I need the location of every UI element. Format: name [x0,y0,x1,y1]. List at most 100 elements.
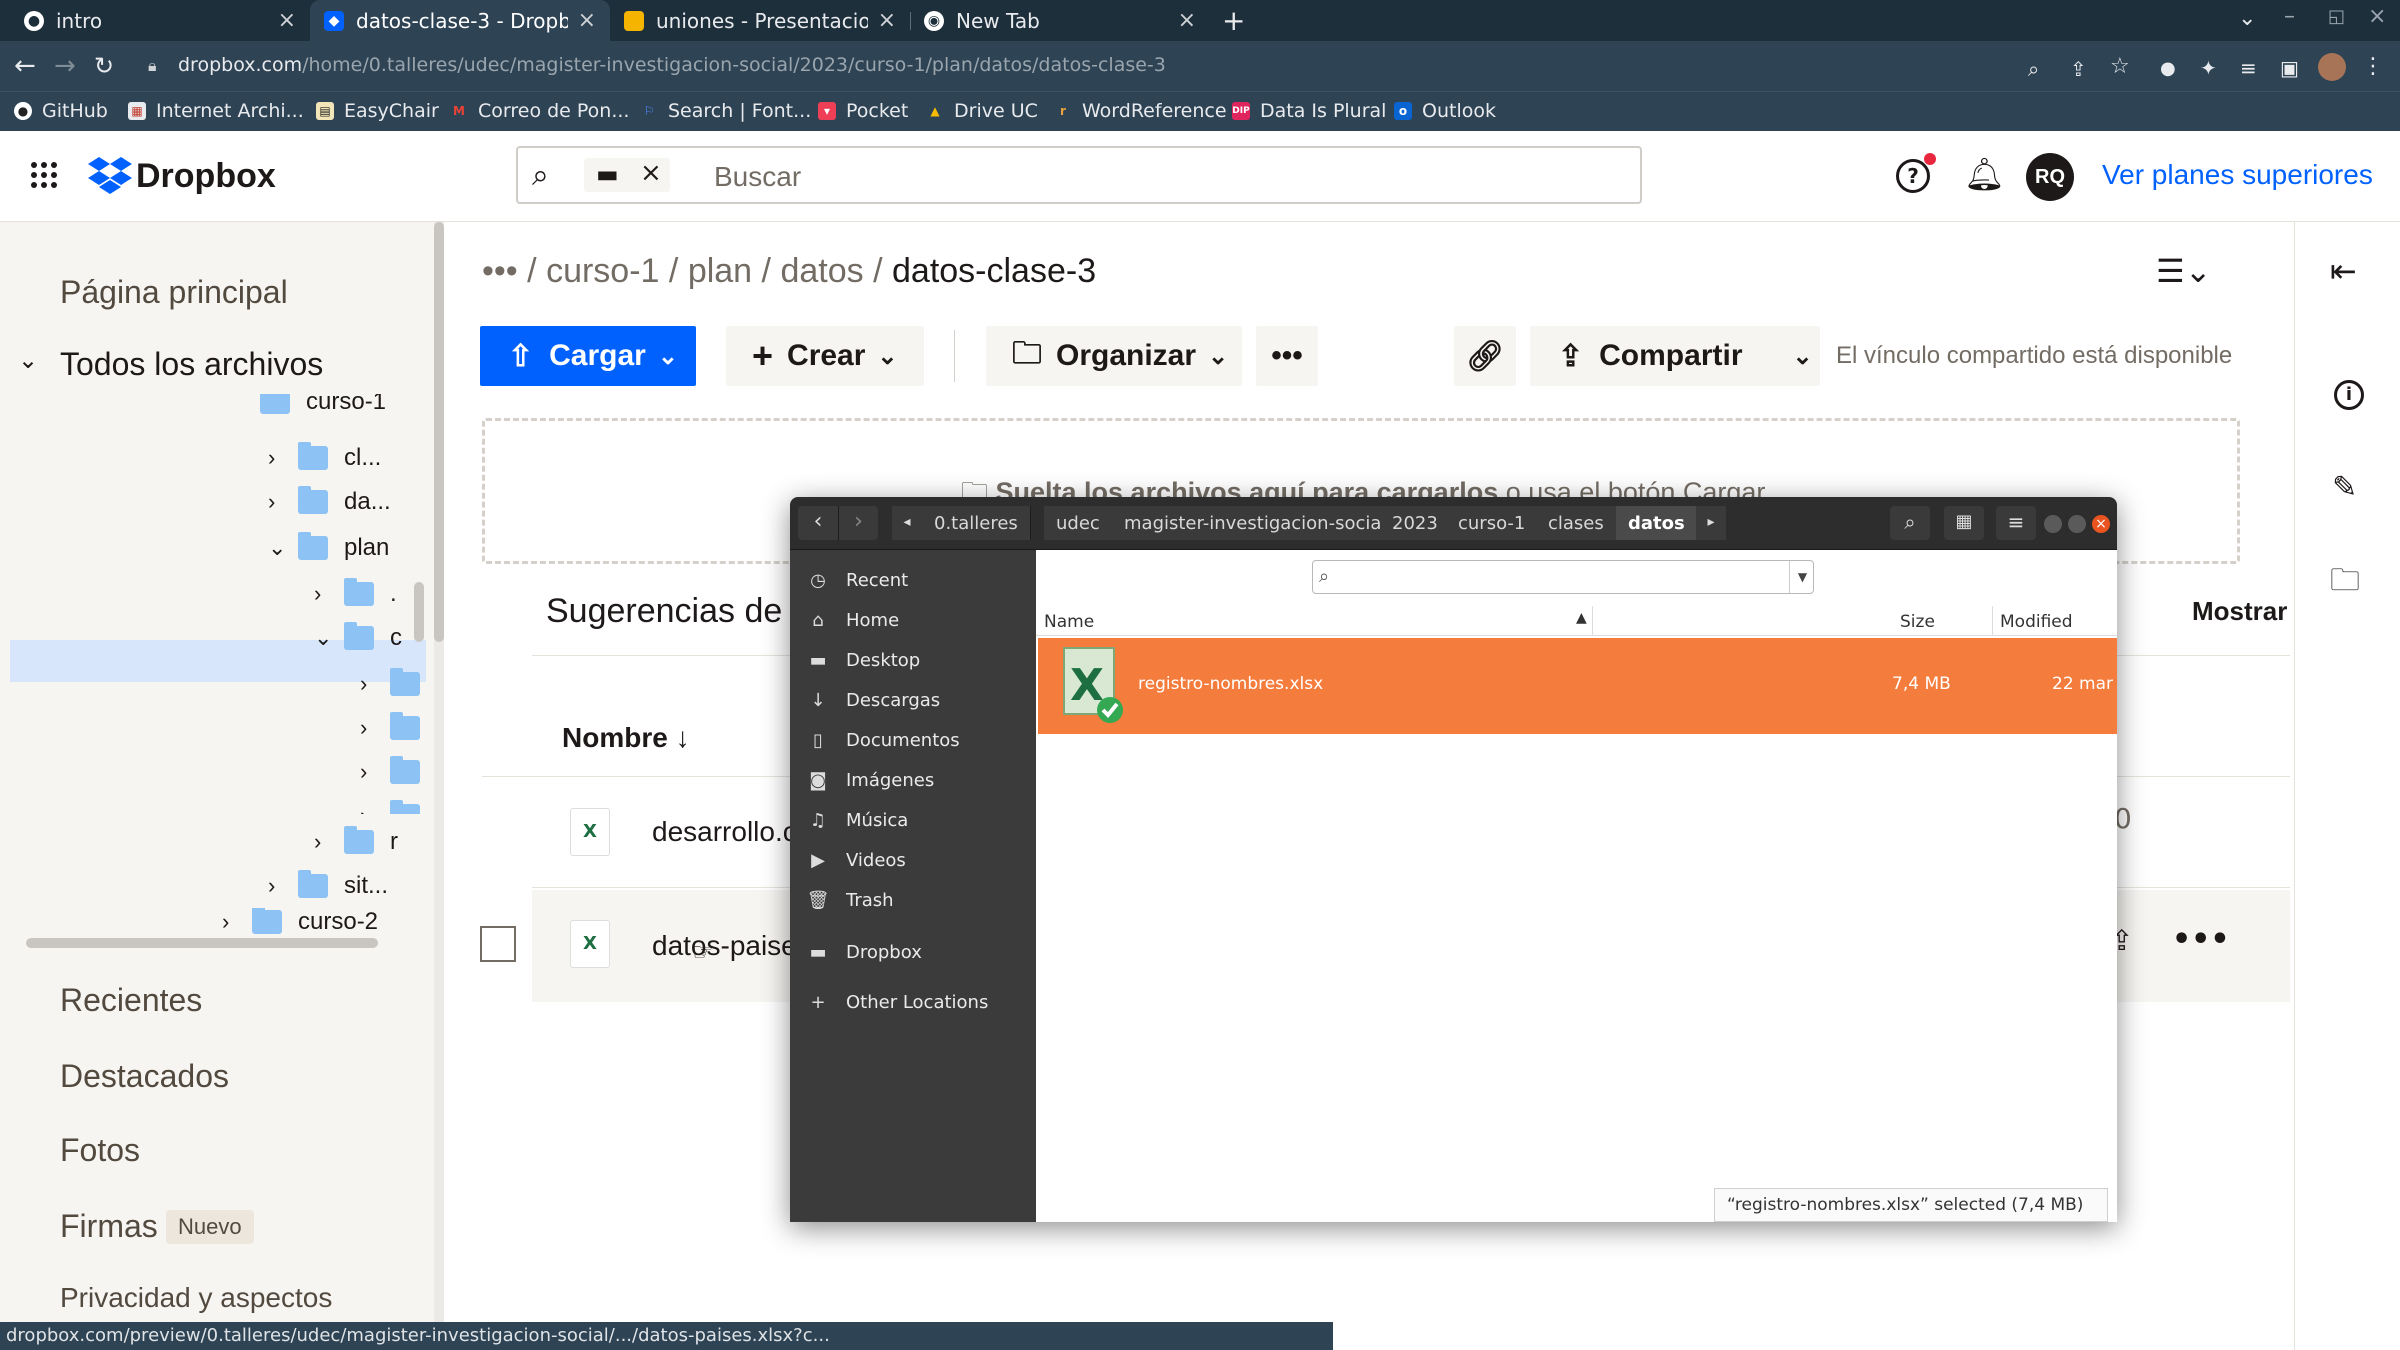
pin-icon[interactable]: ✎ [2332,470,2357,505]
tree-row[interactable]: curso-1 [260,394,386,422]
places-item-pictures[interactable]: ◙ Imágenes [790,762,1036,798]
file-name[interactable]: datos-paise [652,930,797,962]
path-button[interactable]: udec [1044,506,1113,540]
grid-view-icon[interactable]: ▦ [1944,506,1984,540]
back-arrow-icon[interactable]: ← [14,51,36,81]
vertical-scrollbar[interactable] [414,582,424,642]
sidebar-item-privacy[interactable]: Privacidad y aspectos [60,1282,332,1314]
chevron-right-icon[interactable]: › [314,829,344,855]
chevron-right-icon[interactable]: › [360,803,390,814]
tab-search-icon[interactable]: ⌄ [2238,6,2256,31]
places-item-other-locations[interactable]: + Other Locations [790,984,1036,1020]
path-button[interactable]: 2023 [1380,506,1451,540]
bookmark-data-is-plural[interactable]: DIP Data Is Plural [1232,98,1386,124]
close-window-button[interactable]: × [2368,4,2386,29]
tab-slides[interactable]: uniones - Presentaciones × [610,0,910,41]
tree-row[interactable]: ›. [314,574,397,614]
chevron-right-icon[interactable]: › [222,909,252,935]
app-grid-icon[interactable] [30,161,58,189]
forward-icon[interactable]: › [838,506,878,540]
chevron-right-icon[interactable]: › [360,671,390,697]
places-item-home[interactable]: ⌂ Home [790,602,1036,638]
info-icon[interactable]: i [2334,380,2364,410]
places-item-downloads[interactable]: ↓ Descargas [790,682,1036,718]
bookmark-drive-uc[interactable]: ▲ Drive UC [926,98,1038,124]
restore-window-button[interactable]: ◱ [2328,6,2345,27]
row-more-icon[interactable]: ••• [2172,922,2230,957]
menu-icon[interactable]: ≡ [1996,506,2036,540]
copy-link-button[interactable]: 🔗︎ [1454,326,1516,386]
tab-new[interactable]: ◉ New Tab × [910,0,1210,41]
file-name[interactable]: desarrollo.c [652,816,797,848]
sidebar-item-photos[interactable]: Fotos [60,1132,140,1169]
close-tab-icon[interactable]: × [1178,8,1196,33]
column-header-name[interactable]: Name [1044,612,1094,632]
folder-filter-chip[interactable]: ▬ × [584,158,670,192]
tree-row[interactable]: ⌄ c [314,618,402,658]
zoom-icon[interactable]: ⌕ [2028,54,2039,84]
sidebar-item-recent[interactable]: Recientes [60,982,202,1019]
filter-dropdown-icon[interactable]: ▼ [1789,561,1815,593]
help-icon[interactable]: ? [1896,159,1930,193]
tab-dropbox[interactable]: ◆ datos-clase-3 - Dropbox × [310,0,610,41]
bookmark-search-font[interactable]: ⚐ Search | Font... [640,98,812,124]
organize-button[interactable]: 🗀︎ Organizar ⌄ [986,326,1242,386]
side-panel-icon[interactable]: ▣ [2280,53,2299,83]
dropbox-logo-icon[interactable] [88,157,132,195]
close-icon[interactable]: × [2092,515,2110,533]
bookmark-pocket[interactable]: ▾ Pocket [818,98,908,124]
sidebar-scrollbar-thumb[interactable] [434,222,444,642]
collapse-panel-icon[interactable]: ⇤ [2330,252,2357,290]
sidebar-item-home[interactable]: Página principal [60,274,288,311]
path-scroll-left-icon[interactable]: ◂ [892,506,922,540]
path-button[interactable]: 0.talleres [922,506,1031,540]
avatar[interactable]: RQ [2026,153,2074,201]
horizontal-scrollbar[interactable] [26,938,378,948]
minimize-icon[interactable] [2044,515,2062,533]
more-actions-button[interactable]: ••• [1256,326,1318,386]
tree-row[interactable]: › [360,796,426,814]
new-tab-button[interactable]: + [1222,4,1245,37]
tree-row[interactable]: › sit... [268,866,388,906]
profile-avatar[interactable] [2318,53,2346,81]
places-item-videos[interactable]: ▶ Videos [790,842,1036,878]
bookmark-github[interactable]: ● GitHub [14,98,108,124]
close-tab-icon[interactable]: × [278,8,296,33]
filter-input[interactable]: ⌕ ▼ [1312,560,1814,594]
tree-row[interactable]: › [360,708,426,748]
chevron-down-icon[interactable]: ⌄ [314,625,344,651]
sidebar-item-signatures[interactable]: Firmas [60,1208,158,1245]
places-item-dropbox[interactable]: ▬ Dropbox [790,934,1036,970]
tab-intro[interactable]: ● intro × [10,0,310,41]
tree-row[interactable]: › da... [268,482,391,522]
share-button[interactable]: ⇪ Compartir ⌄ [1530,326,1820,386]
reading-list-icon[interactable]: ≡ [2240,53,2257,83]
chevron-down-icon[interactable]: ⌄ [18,346,38,374]
close-tab-icon[interactable]: × [578,8,596,33]
tree-row[interactable]: › [360,752,426,792]
tree-row[interactable]: › [360,664,426,704]
file-row-selected[interactable]: X registro-nombres.xlsx 7,4 MB 22 mar [1038,638,2117,734]
column-header-size[interactable]: Size [1900,612,1935,632]
row-checkbox[interactable] [480,926,516,962]
breadcrumb-item[interactable]: plan [688,252,752,290]
bookmark-correo[interactable]: M Correo de Pon... [450,98,629,124]
create-button[interactable]: + Crear ⌄ [726,326,924,386]
show-suggestions-link[interactable]: Mostrar [2192,596,2287,627]
minimize-window-button[interactable]: – [2284,4,2295,29]
tree-row[interactable]: ⌄ plan [268,528,389,568]
places-item-music[interactable]: ♫ Música [790,802,1036,838]
sidebar-item-starred[interactable]: Destacados [60,1058,229,1095]
tree-row[interactable]: › curso-2 [222,908,378,936]
clear-filter-icon[interactable]: × [640,158,662,188]
places-item-documents[interactable]: ▯ Documentos [790,722,1036,758]
path-scroll-right-icon[interactable]: ▸ [1696,506,1726,540]
breadcrumb-item[interactable]: curso-1 [546,252,659,290]
bell-icon[interactable]: 🔔︎ [1964,155,2005,193]
places-item-trash[interactable]: 🗑︎ Trash [790,882,1036,918]
path-button[interactable]: curso-1 [1446,506,1539,540]
breadcrumb-item[interactable]: datos [780,252,863,290]
upload-button[interactable]: ⇧ Cargar ⌄ [480,326,696,386]
view-options-icon[interactable]: ☰⌄ [2156,252,2212,290]
bookmark-wordreference[interactable]: r WordReference [1054,98,1226,124]
